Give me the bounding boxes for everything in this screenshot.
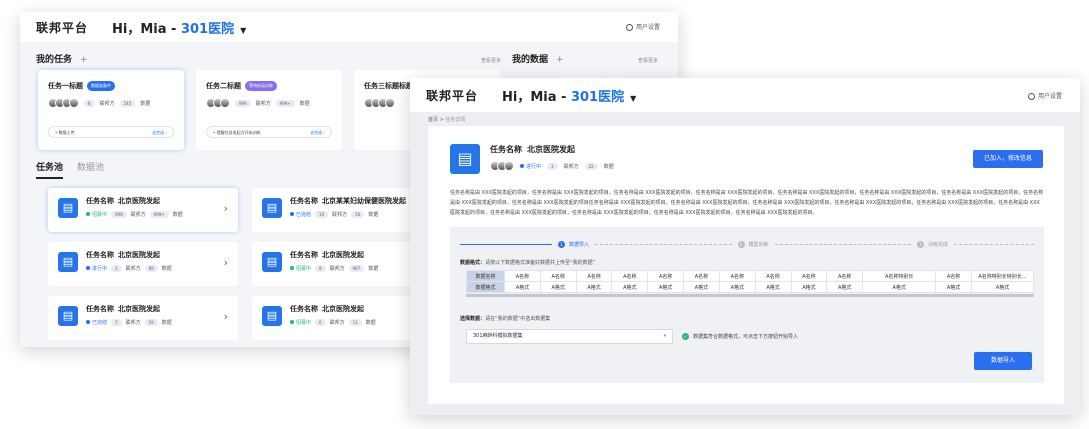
status-badge: 等待启动训练 <box>245 81 277 91</box>
check-circle-icon: ✓ <box>682 333 689 340</box>
avatar-group <box>364 98 395 108</box>
task-card[interactable]: 任务二标题 等待启动训练 999 联邦方 999+ 数据 • 提醒任务发起方开始训练 去完… <box>196 70 342 150</box>
chevron-down-icon[interactable]: ▼ <box>630 94 636 103</box>
pool-card[interactable]: ▤ 任务名称 北京医院发起 招募中 999 联邦方 999+ 数据 › <box>48 188 238 232</box>
task-detail-window: 联邦平台 Hi，Mia - 301医院 ▼ 用户设置 首页 > 任务详情 ▤ 任务… <box>410 78 1080 415</box>
add-data-icon[interactable]: + <box>556 55 564 65</box>
edit-info-button[interactable]: 已加入，修改信息 <box>973 150 1043 168</box>
data-format-table: 数据名称 A名称 A名称 A名称 A名称 A名称 A名称 A名称 A名称 A名称 A名称 A名称特别… <box>466 270 1034 293</box>
table-row: 数据格式 A格式 A格式 A格式 A格式 A格式 A格式 A格式 A格式 A格式 A格式 A格式 A格… <box>466 281 1034 293</box>
step-data-import: 1 数据导入 <box>552 240 595 248</box>
breadcrumb: 首页 > 任务详情 <box>428 117 466 123</box>
task-description: 任务名称是由 XXX医院发起的项目，任务名称是由 XXX医院发起的项目，任务名称… <box>450 190 1044 216</box>
breadcrumb-current: 任务详情 <box>445 117 466 123</box>
gear-icon <box>1027 93 1035 100</box>
pool-card[interactable]: ▤ 任务名称 北京医院发起 进行中 3 联邦方 89 数据 › <box>48 242 238 286</box>
clipboard-icon: ▤ <box>58 198 78 218</box>
top-header: 联邦平台 Hi，Mia - 301医院 ▼ 用户设置 <box>20 12 678 42</box>
format-label: 数据格式：请按以下数据格式准备好数据并上传至“我的数据” <box>460 260 596 266</box>
gear-icon <box>625 24 633 31</box>
go-complete-link[interactable]: 去完成 › <box>152 130 167 135</box>
logo: 联邦平台 <box>426 88 479 103</box>
pool-card[interactable]: ▤ 任务名称 北京医院发起 已完结 7 联邦方 59 数据 › <box>48 296 238 340</box>
clipboard-icon: ▤ <box>262 198 282 218</box>
my-tasks-more-link[interactable]: 查看更多 <box>481 57 501 64</box>
chevron-down-icon: ▾ <box>663 333 666 339</box>
top-header: 联邦平台 Hi，Mia - 301医院 ▼ 用户设置 <box>410 78 1080 112</box>
avatar-group <box>206 98 230 108</box>
greeting[interactable]: Hi，Mia - 301医院 ▼ <box>502 86 636 105</box>
step-model-training: 2 模型训练 <box>732 240 775 248</box>
task-meta: 进行中 3 联邦方 22 数据 <box>490 161 614 171</box>
avatar-group <box>490 161 514 171</box>
go-complete-link[interactable]: 去完成 › <box>310 130 325 135</box>
stepper: 1 数据导入 2 模型训练 3 训练完成 <box>460 239 1035 249</box>
data-import-button[interactable]: 数据导入 <box>974 352 1032 370</box>
import-wizard: 1 数据导入 2 模型训练 3 训练完成 数据格式：请按以下数据格式准备好数据并上传至… <box>450 227 1044 383</box>
logo: 联邦平台 <box>36 20 89 35</box>
my-data-heading: 我的数据 + <box>512 55 564 65</box>
user-settings-link[interactable]: 用户设置 <box>1027 91 1062 100</box>
task-card[interactable]: 任务一标题 数据准备中 8 联邦方 245 数据 • 数据上传 去完成 › <box>38 70 184 150</box>
page-title: 任务名称 北京医院发起 <box>490 145 575 154</box>
row-header: 数据格式 <box>466 281 505 293</box>
status-badge: 数据准备中 <box>87 81 115 91</box>
clipboard-icon: ▤ <box>58 306 78 326</box>
table-row: 数据名称 A名称 A名称 A名称 A名称 A名称 A名称 A名称 A名称 A名称 A名称 A名称特别… <box>466 270 1034 282</box>
add-task-icon[interactable]: + <box>80 55 88 65</box>
my-data-more-link[interactable]: 查看更多 <box>638 57 658 64</box>
avatar-group <box>48 98 79 108</box>
task-todo: • 提醒任务发起方开始训练 去完成 › <box>206 126 332 138</box>
clipboard-icon: ▤ <box>262 306 282 326</box>
my-tasks-heading: 我的任务 + <box>36 55 88 65</box>
task-todo: • 数据上传 去完成 › <box>48 126 174 138</box>
greeting[interactable]: Hi，Mia - 301医院 ▼ <box>112 18 246 37</box>
row-header: 数据名称 <box>466 270 505 282</box>
hospital-name: 301医院 <box>570 89 625 105</box>
pool-tabs: 任务池 数据池 <box>36 160 104 179</box>
tab-task-pool[interactable]: 任务池 <box>36 160 64 179</box>
select-label: 选择数据：请在“我的数据”中选出数据集 <box>460 316 551 322</box>
hospital-name: 301医院 <box>180 21 235 37</box>
chevron-right-icon[interactable]: › <box>224 310 228 323</box>
chevron-right-icon[interactable]: › <box>224 202 228 215</box>
user-settings-link[interactable]: 用户设置 <box>625 22 660 31</box>
status-text: 进行中 <box>526 163 542 170</box>
breadcrumb-home[interactable]: 首页 <box>428 117 438 123</box>
task-detail-panel: ▤ 任务名称 北京医院发起 进行中 3 联邦方 22 数据 已加入，修改信息 任务名称… <box>428 126 1064 404</box>
clipboard-icon: ▤ <box>262 252 282 272</box>
chevron-right-icon[interactable]: › <box>224 256 228 269</box>
tab-data-pool[interactable]: 数据池 <box>77 160 104 179</box>
chevron-down-icon[interactable]: ▼ <box>240 26 246 35</box>
validation-message: ✓ 数据集符合数据格式，可点击下方按钮开始导入 <box>682 333 799 340</box>
clipboard-icon: ▤ <box>58 252 78 272</box>
dataset-select[interactable]: 301麻醉科模拟数据集 ▾ <box>466 329 673 344</box>
table-scrollbar[interactable] <box>466 294 1034 297</box>
step-training-complete: 3 训练完成 <box>911 240 954 248</box>
clipboard-icon: ▤ <box>450 144 480 174</box>
